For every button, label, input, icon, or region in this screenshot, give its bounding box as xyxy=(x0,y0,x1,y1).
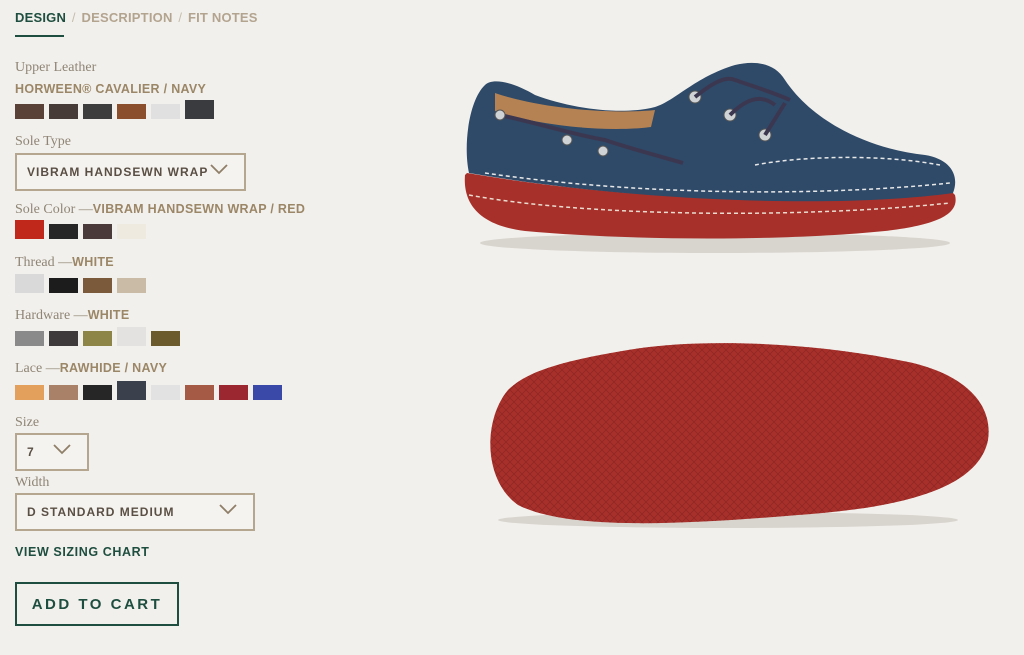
hardware-swatch[interactable] xyxy=(151,331,180,346)
sole-type-label: Sole Type xyxy=(15,134,71,149)
width-label: Width xyxy=(15,475,50,490)
tab-description[interactable]: DESCRIPTION xyxy=(81,10,172,25)
hardware-swatches xyxy=(15,327,180,346)
sole-type-select-value: VIBRAM HANDSEWN WRAP xyxy=(27,165,209,179)
size-label: Size xyxy=(15,415,40,430)
chevron-down-icon xyxy=(53,443,71,455)
active-tab-underline xyxy=(15,35,64,37)
hardware-value: WHITE xyxy=(87,308,130,322)
lace-swatch[interactable] xyxy=(15,385,44,400)
hardware-swatch[interactable] xyxy=(49,331,78,346)
lace-swatch[interactable] xyxy=(219,385,248,400)
lace-swatch[interactable] xyxy=(185,385,214,400)
add-to-cart-button[interactable]: ADD TO CART xyxy=(15,582,179,626)
sole-color-value: VIBRAM HANDSEWN WRAP / RED xyxy=(92,202,306,216)
lace-swatch[interactable] xyxy=(117,381,146,400)
upper-leather-swatch[interactable] xyxy=(83,104,112,119)
tab-design[interactable]: DESIGN xyxy=(15,10,66,25)
thread-label-text: Thread — xyxy=(15,255,73,270)
upper-leather-swatch[interactable] xyxy=(15,104,44,119)
upper-leather-swatches xyxy=(15,100,214,119)
view-sizing-chart-link[interactable]: VIEW SIZING CHART xyxy=(15,545,150,559)
hardware-label-text: Hardware — xyxy=(15,308,88,323)
thread-swatch[interactable] xyxy=(117,278,146,293)
lace-swatch[interactable] xyxy=(151,385,180,400)
tab-fit-notes[interactable]: FIT NOTES xyxy=(188,10,258,25)
size-select[interactable]: 7 xyxy=(15,433,89,471)
upper-leather-swatch[interactable] xyxy=(49,104,78,119)
lace-swatch[interactable] xyxy=(49,385,78,400)
tabs: DESIGN / DESCRIPTION / FIT NOTES xyxy=(15,10,258,25)
width-select-value: D STANDARD MEDIUM xyxy=(27,505,175,519)
lace-swatches xyxy=(15,381,282,400)
lace-swatch[interactable] xyxy=(83,385,112,400)
size-select-value: 7 xyxy=(27,445,35,459)
upper-leather-swatch[interactable] xyxy=(117,104,146,119)
tab-separator: / xyxy=(68,10,80,25)
upper-leather-value: HORWEEN® CAVALIER / NAVY xyxy=(15,82,207,96)
sole-color-swatch[interactable] xyxy=(15,220,44,239)
thread-swatch[interactable] xyxy=(49,278,78,293)
sole-color-swatches xyxy=(15,220,146,239)
lace-swatch[interactable] xyxy=(253,385,282,400)
thread-value: WHITE xyxy=(72,255,114,269)
thread-swatch[interactable] xyxy=(15,274,44,293)
hardware-swatch[interactable] xyxy=(117,327,146,346)
lace-label-text: Lace — xyxy=(15,361,60,376)
tab-separator: / xyxy=(174,10,186,25)
width-select[interactable]: D STANDARD MEDIUM xyxy=(15,493,255,531)
thread-label: Thread —WHITE xyxy=(15,255,114,271)
sole-color-swatch[interactable] xyxy=(49,224,78,239)
hardware-swatch[interactable] xyxy=(15,331,44,346)
shoe-sole-view-image xyxy=(478,330,998,535)
upper-leather-label: Upper Leather xyxy=(15,60,97,75)
sole-color-label-text: Sole Color — xyxy=(15,202,93,217)
hardware-swatch[interactable] xyxy=(83,331,112,346)
thread-swatches xyxy=(15,274,146,293)
chevron-down-icon xyxy=(210,163,228,175)
sole-color-swatch[interactable] xyxy=(117,224,146,239)
thread-swatch[interactable] xyxy=(83,278,112,293)
upper-leather-swatch[interactable] xyxy=(185,100,214,119)
sole-color-swatch[interactable] xyxy=(83,224,112,239)
lace-value: RAWHIDE / NAVY xyxy=(59,361,168,375)
chevron-down-icon xyxy=(219,503,237,515)
shoe-side-view-image xyxy=(455,55,965,270)
sole-color-label: Sole Color —VIBRAM HANDSEWN WRAP / RED xyxy=(15,202,305,218)
hardware-label: Hardware —WHITE xyxy=(15,308,129,324)
lace-label: Lace —RAWHIDE / NAVY xyxy=(15,361,167,377)
upper-leather-swatch[interactable] xyxy=(151,104,180,119)
sole-type-select[interactable]: VIBRAM HANDSEWN WRAP xyxy=(15,153,246,191)
